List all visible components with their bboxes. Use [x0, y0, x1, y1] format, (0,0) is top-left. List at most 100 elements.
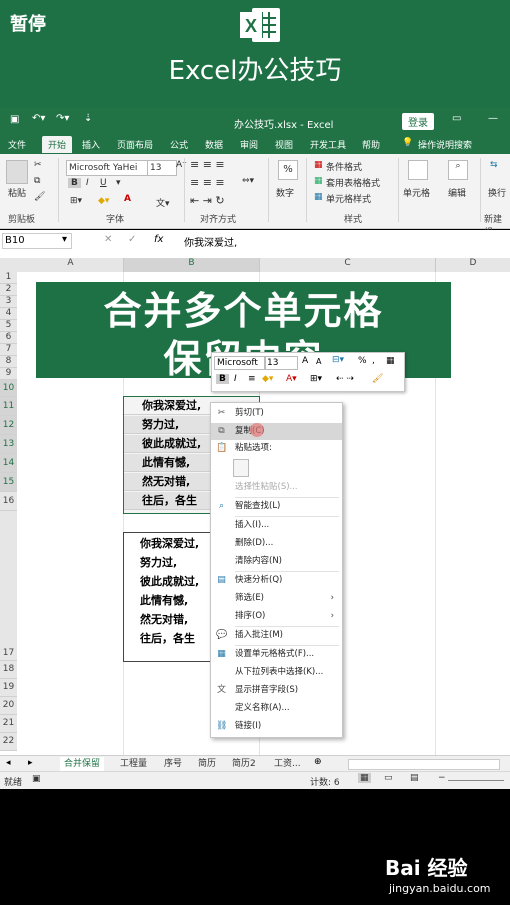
column-header-a[interactable]: A — [18, 258, 124, 272]
row-header[interactable]: 3 — [0, 296, 17, 308]
column-header-b[interactable]: B — [124, 258, 260, 272]
pause-label[interactable]: 暂停 — [10, 10, 46, 36]
paste-button[interactable]: 粘贴 — [8, 186, 26, 199]
mini-bold-button[interactable]: B — [216, 374, 229, 384]
page-layout-icon[interactable]: ▭ — [384, 773, 393, 783]
mini-borders-icon[interactable]: ⊞▾ — [310, 374, 322, 384]
page-break-icon[interactable]: ▤ — [410, 773, 419, 783]
mini-comma-icon[interactable]: , — [372, 356, 375, 366]
row-header[interactable]: 18 — [0, 661, 17, 679]
cells-button[interactable]: 单元格 — [403, 186, 430, 199]
row-header[interactable]: 7 — [0, 344, 17, 356]
menu-delete[interactable]: 删除(D)... — [211, 535, 342, 552]
menu-pick-list[interactable]: 从下拉列表中选择(K)... — [211, 664, 342, 681]
cancel-icon[interactable]: ✕ — [104, 234, 112, 245]
mini-percent-button[interactable]: % — [358, 356, 367, 366]
mini-painter-icon[interactable]: 🖌 — [372, 374, 383, 384]
mini-size-select[interactable]: 13 — [264, 356, 298, 370]
menu-filter[interactable]: 筛选(E) › — [211, 590, 342, 607]
menu-define-name[interactable]: 定义名称(A)... — [211, 700, 342, 717]
menu-insert-comment[interactable]: 💬 插入批注(M) — [211, 627, 342, 644]
row-header[interactable]: 4 — [0, 308, 17, 320]
row-header[interactable]: 16 — [0, 492, 17, 511]
menu-link[interactable]: ⛓ 链接(I) — [211, 718, 342, 735]
menu-sort[interactable]: 排序(O) › — [211, 608, 342, 625]
undo-icon[interactable]: ↶▾ — [32, 113, 45, 124]
row-header[interactable]: 20 — [0, 697, 17, 715]
tab-view[interactable]: 视图 — [275, 138, 293, 151]
customize-qat-icon[interactable]: ⇣ — [84, 113, 92, 124]
mini-currency-icon[interactable]: ⊟▾ — [332, 355, 344, 365]
redo-icon[interactable]: ↷▾ — [56, 113, 69, 124]
row-header[interactable]: 22 — [0, 733, 17, 751]
tab-formulas[interactable]: 公式 — [170, 138, 188, 151]
mini-font-select[interactable]: Microsoft — [214, 356, 266, 370]
tab-data[interactable]: 数据 — [205, 138, 223, 151]
mini-font-color-icon[interactable]: A▾ — [286, 374, 297, 384]
row-header[interactable]: 10 — [0, 380, 17, 397]
row-header[interactable]: 19 — [0, 679, 17, 697]
row-header[interactable]: 14 — [0, 454, 17, 473]
mini-grow-font[interactable]: A — [302, 356, 308, 366]
row-header[interactable]: 21 — [0, 715, 17, 733]
menu-quick-analysis[interactable]: ▤ 快速分析(Q) — [211, 572, 342, 589]
tab-home[interactable]: 开始 — [42, 136, 73, 153]
cell-b10[interactable]: 你我深爱过, — [124, 397, 220, 415]
align-top-icon[interactable]: ≡ ≡ ≡ — [190, 158, 225, 171]
row-header[interactable]: 15 — [0, 473, 17, 492]
cell-b13[interactable]: 此情有憾, — [124, 454, 220, 472]
font-dropdown-icon[interactable]: ▾ — [116, 178, 121, 188]
sheet-tab-resume2[interactable]: 简历2 — [228, 757, 260, 771]
row-header[interactable]: 11 — [0, 397, 17, 416]
grow-font-icon[interactable]: A⁺ — [176, 160, 187, 170]
table-format-button[interactable]: 套用表格格式 — [326, 176, 380, 189]
row-header[interactable]: 13 — [0, 435, 17, 454]
mini-decimal-icon[interactable]: ⇠ ⇢ — [336, 374, 354, 384]
format-painter-icon[interactable]: 🖌 — [34, 192, 45, 202]
login-button[interactable]: 登录 — [402, 113, 434, 130]
sheet-tab-resume[interactable]: 简历 — [194, 757, 220, 771]
underline-button[interactable]: U — [100, 178, 107, 188]
save-icon[interactable]: ▣ — [10, 114, 19, 125]
menu-paste-special[interactable]: 选择性粘贴(S)... — [211, 479, 342, 496]
fill-color-icon[interactable]: ◆▾ — [98, 196, 109, 206]
scroll-right-icon[interactable]: ▸ — [28, 758, 33, 768]
enter-icon[interactable]: ✓ — [128, 234, 136, 245]
font-name-select[interactable]: Microsoft YaHei — [66, 160, 148, 176]
menu-insert[interactable]: 插入(I)... — [211, 517, 342, 534]
mini-table-icon[interactable]: ▦ — [386, 356, 395, 366]
editing-button[interactable]: 编辑 — [448, 186, 466, 199]
name-box-dropdown-icon[interactable]: ▾ — [62, 234, 67, 245]
row-header[interactable]: 5 — [0, 320, 17, 332]
row-header[interactable]: 12 — [0, 416, 17, 435]
add-sheet-icon[interactable]: ⊕ — [314, 757, 322, 767]
mini-italic-button[interactable]: I — [234, 374, 237, 384]
cut-icon[interactable]: ✂ — [34, 160, 42, 170]
align-left-icon[interactable]: ≡ ≡ ≡ — [190, 176, 225, 189]
borders-icon[interactable]: ⊞▾ — [70, 196, 82, 206]
tab-developer[interactable]: 开发工具 — [310, 138, 346, 151]
mini-fill-icon[interactable]: ◆▾ — [262, 374, 273, 384]
tab-insert[interactable]: 插入 — [82, 138, 100, 151]
minimize-icon[interactable]: — — [488, 113, 498, 124]
normal-view-icon[interactable]: ▦ — [358, 773, 371, 783]
tab-review[interactable]: 审阅 — [240, 138, 258, 151]
font-size-select[interactable]: 13 — [147, 160, 177, 176]
tab-file[interactable]: 文件 — [8, 138, 26, 151]
menu-format-cells[interactable]: ▦ 设置单元格格式(F)... — [211, 646, 342, 663]
row-header[interactable]: 8 — [0, 356, 17, 368]
row-header[interactable]: 6 — [0, 332, 17, 344]
tab-page-layout[interactable]: 页面布局 — [117, 138, 153, 151]
percent-icon[interactable]: % — [278, 160, 298, 180]
italic-button[interactable]: I — [86, 178, 89, 188]
formula-input[interactable]: 你我深爱过, — [184, 234, 237, 249]
menu-cut[interactable]: ✂ 剪切(T) — [211, 405, 342, 422]
scroll-left-icon[interactable]: ◂ — [6, 758, 11, 768]
zoom-slider[interactable] — [448, 780, 504, 781]
conditional-format-button[interactable]: 条件格式 — [326, 160, 362, 173]
row-header[interactable]: 9 — [0, 368, 17, 380]
cell-b15[interactable]: 往后，各生 — [124, 492, 220, 510]
sheet-tab-salary[interactable]: 工资... — [270, 757, 305, 771]
menu-copy[interactable]: ⧉复制(C) — [211, 423, 342, 440]
paste-clipboard-icon[interactable] — [233, 459, 249, 477]
